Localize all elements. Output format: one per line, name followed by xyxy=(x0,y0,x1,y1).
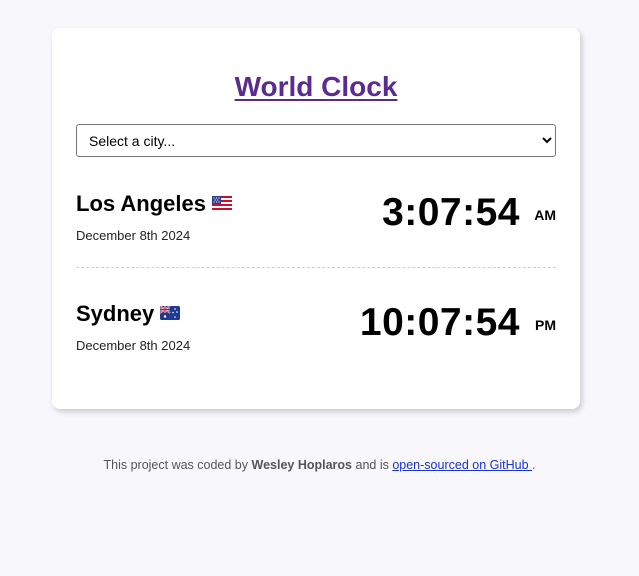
city-time: 10:07:54 xyxy=(359,301,520,344)
city-name: Los Angeles xyxy=(76,191,206,216)
city-divider xyxy=(76,267,556,268)
city-name-row: Sydney xyxy=(76,298,181,330)
footer-suffix: . xyxy=(532,458,536,472)
footer-middle: and is xyxy=(352,458,393,472)
city-time-period: PM xyxy=(535,317,556,333)
city-select-wrapper: Select a city... xyxy=(76,124,556,157)
city-time-period: AM xyxy=(534,207,556,223)
footer-credit: This project was coded by Wesley Hoplaro… xyxy=(0,456,639,474)
city-date: December 8th 2024 xyxy=(76,338,191,353)
city-row-los-angeles: Los Angeles December 8th 2024 3:07:54 AM xyxy=(76,186,556,266)
city-time: 3:07:54 xyxy=(382,191,520,234)
city-name: Sydney xyxy=(76,301,155,326)
us-flag-icon xyxy=(212,188,232,218)
footer-author: Wesley Hoplaros xyxy=(251,458,353,472)
city-select[interactable]: Select a city... xyxy=(76,124,556,157)
au-flag-icon xyxy=(159,298,181,328)
page-title[interactable]: World Clock xyxy=(52,69,580,105)
city-name-row: Los Angeles xyxy=(76,189,232,220)
footer-prefix: This project was coded by xyxy=(103,458,252,472)
world-clock-card: World Clock Select a city... Los Angeles xyxy=(52,28,580,409)
github-link[interactable]: open-sourced on GitHub xyxy=(392,458,532,472)
city-row-sydney: Sydney December 8th 2024 10:07:54 PM xyxy=(76,296,556,376)
city-date: December 8th 2024 xyxy=(76,228,191,243)
